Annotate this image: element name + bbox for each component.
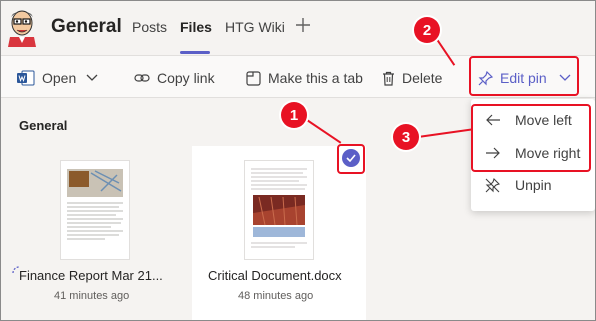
menu-item-unpin[interactable]: Unpin <box>485 177 552 193</box>
callout-badge-3: 3 <box>393 124 419 150</box>
annotation-box-move-items <box>471 104 591 172</box>
document-thumbnail <box>244 160 314 260</box>
make-tab-label: Make this a tab <box>268 70 363 86</box>
annotation-box-checkmark <box>337 144 365 174</box>
callout-badge-2: 2 <box>414 17 440 43</box>
trash-icon <box>382 71 395 86</box>
delete-label: Delete <box>402 70 443 86</box>
channel-avatar <box>5 5 39 47</box>
unpin-icon <box>485 177 505 193</box>
delete-button[interactable]: Delete <box>382 68 442 88</box>
tab-icon <box>246 70 261 86</box>
copy-link-label: Copy link <box>157 70 215 86</box>
file-card[interactable]: Finance Report Mar 21... 41 minutes ago <box>9 146 177 320</box>
callout-badge-1: 1 <box>281 102 307 128</box>
tab-posts[interactable]: Posts <box>132 19 167 35</box>
section-title: General <box>19 118 68 133</box>
plus-icon <box>296 18 310 32</box>
file-time: 41 minutes ago <box>54 290 130 302</box>
channel-title: General <box>51 16 122 37</box>
open-button[interactable]: Open <box>17 68 105 88</box>
chevron-down-icon <box>86 74 98 82</box>
make-tab-button[interactable]: Make this a tab <box>246 68 363 88</box>
menu-item-label: Unpin <box>515 177 552 193</box>
document-thumbnail <box>60 160 130 260</box>
copy-link-button[interactable]: Copy link <box>134 68 215 88</box>
tab-files[interactable]: Files <box>180 19 212 35</box>
teams-window: General Posts Files HTG Wiki Open Copy l… <box>0 0 596 321</box>
callout-line <box>300 115 342 144</box>
link-icon <box>134 72 150 84</box>
open-label: Open <box>42 70 77 86</box>
file-name[interactable]: Critical Document.docx <box>208 268 342 283</box>
annotation-box-edit-pin <box>469 56 579 96</box>
channel-header: General Posts Files HTG Wiki <box>1 1 595 56</box>
word-icon <box>17 70 35 86</box>
file-name[interactable]: Finance Report Mar 21... <box>19 268 163 283</box>
tab-htg-wiki[interactable]: HTG Wiki <box>225 19 285 35</box>
callout-line <box>417 128 472 138</box>
active-tab-indicator <box>180 51 210 54</box>
add-tab-button[interactable] <box>295 13 311 39</box>
file-time: 48 minutes ago <box>238 290 314 302</box>
